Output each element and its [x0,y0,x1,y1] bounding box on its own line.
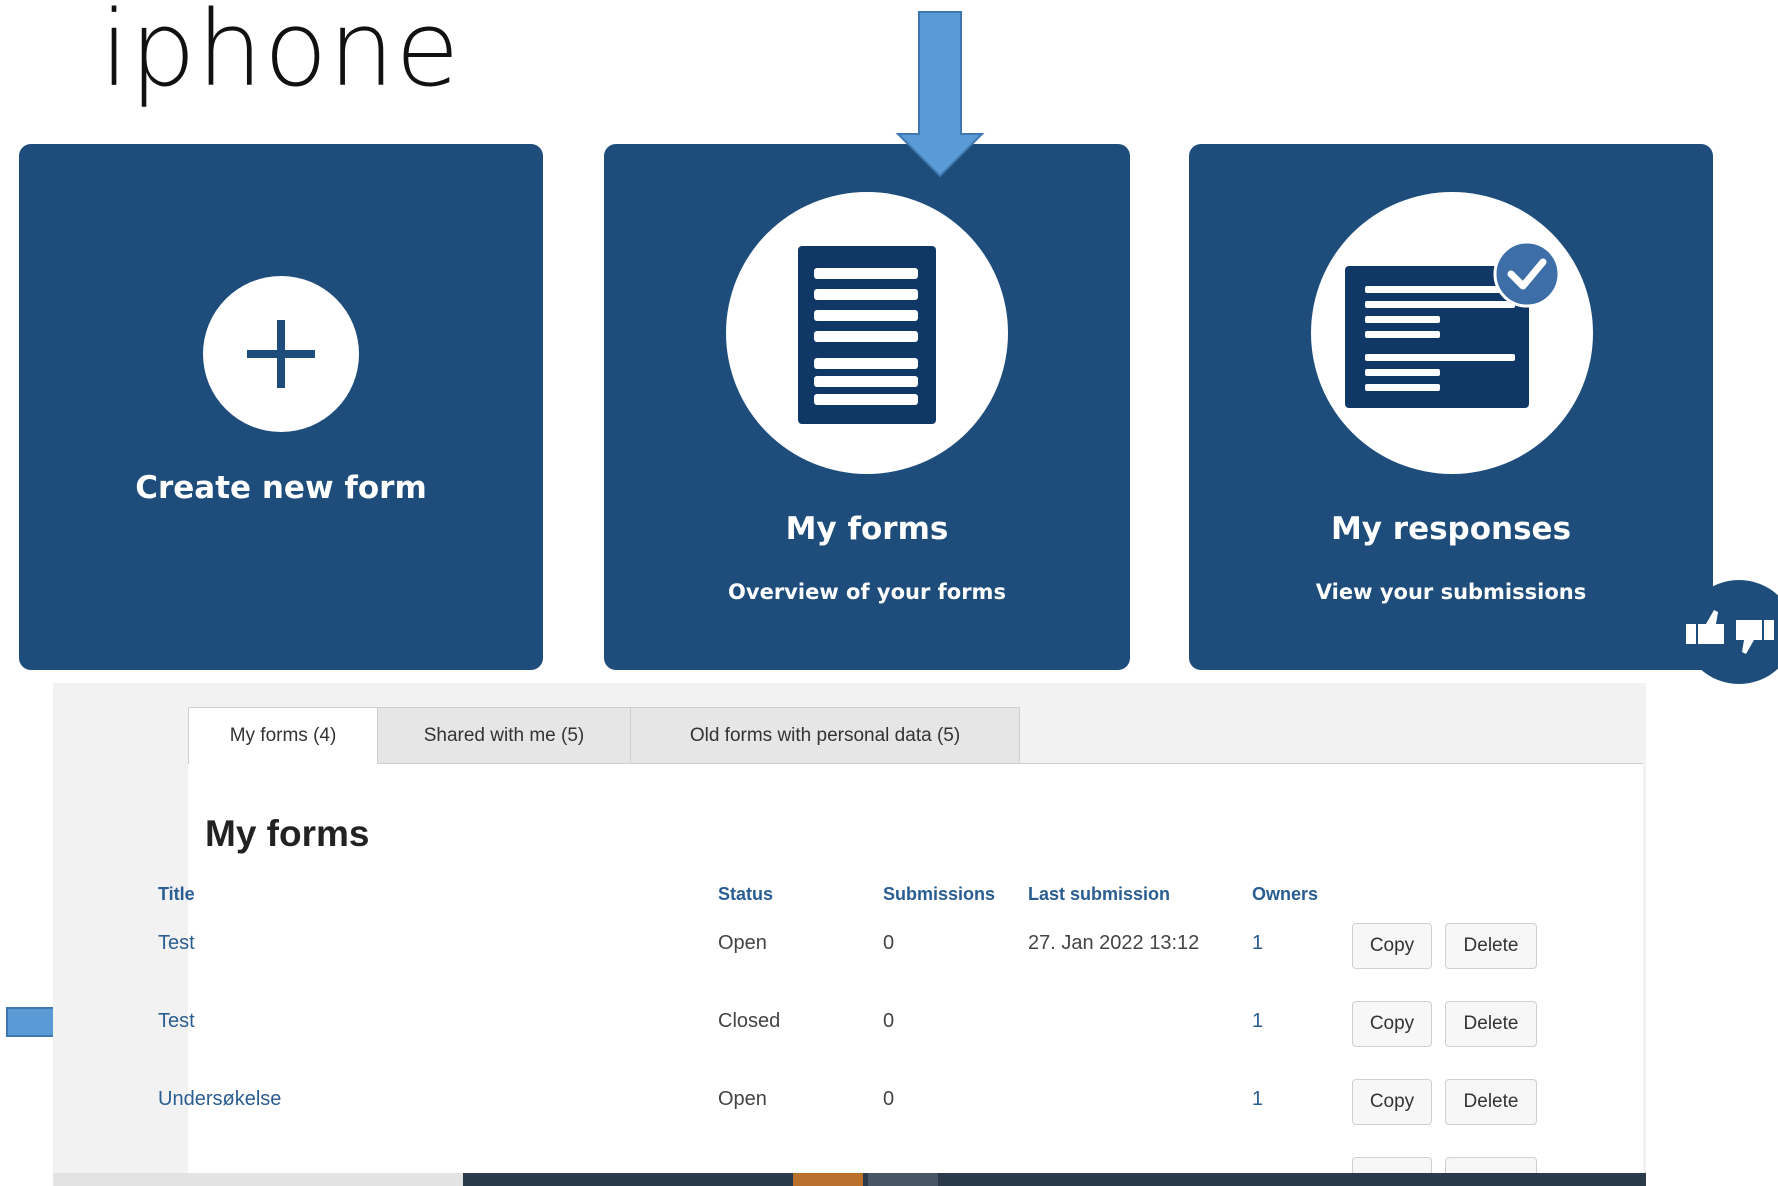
document-circle [726,192,1008,474]
delete-button[interactable]: Delete [1445,1001,1537,1047]
form-status: Closed [718,1010,781,1032]
copy-button[interactable]: Copy [1352,1079,1432,1125]
page-title: My forms [205,813,370,854]
form-submissions: 0 [883,932,895,954]
responses-circle [1311,192,1593,474]
forms-panel: My forms (4) Shared with me (5) Old form… [53,683,1646,1186]
taskbar-dark-area [463,1173,1646,1186]
create-new-form-label: Create new form [135,470,427,506]
tab-divider [378,763,1643,764]
form-status: Open [718,932,767,954]
copy-button[interactable]: Copy [1352,1001,1432,1047]
my-forms-subtitle: Overview of your forms [728,580,1006,604]
my-responses-subtitle: View your submissions [1315,580,1587,604]
tab-my-forms[interactable]: My forms (4) [188,707,378,764]
thumbs-feedback-icon [1686,610,1774,654]
forms-tabs: My forms (4) Shared with me (5) Old form… [188,707,1020,764]
copy-button[interactable]: Copy [1352,923,1432,969]
column-header-owners[interactable]: Owners [1252,884,1318,905]
taskbar-app-highlight[interactable] [793,1173,863,1186]
form-last-submission: 27. Jan 2022 13:12 [1028,932,1200,954]
column-header-last-submission[interactable]: Last submission [1028,884,1170,905]
plus-icon [247,320,315,388]
slide-title: iphone [100,0,461,110]
delete-button[interactable]: Delete [1445,923,1537,969]
delete-button[interactable]: Delete [1445,1079,1537,1125]
tab-old-forms-personal-data[interactable]: Old forms with personal data (5) [630,707,1020,764]
submitted-document-icon [1345,240,1561,408]
form-status: Open [718,1088,767,1110]
taskbar-app[interactable] [868,1173,938,1186]
form-owners[interactable]: 1 [1252,1088,1263,1111]
form-title-link[interactable]: Test [158,1010,195,1033]
column-header-status[interactable]: Status [718,884,773,905]
create-new-form-card[interactable]: Create new form [19,144,543,670]
my-forms-label: My forms [785,511,949,547]
form-owners[interactable]: 1 [1252,932,1263,955]
form-submissions: 0 [883,1088,895,1110]
feedback-button[interactable] [1684,580,1778,684]
column-header-submissions[interactable]: Submissions [883,884,995,905]
column-header-title[interactable]: Title [158,884,195,905]
form-title-link[interactable]: Test [158,932,195,955]
down-arrow-annotation [895,11,985,178]
plus-circle [203,276,359,432]
taskbar [53,1173,1646,1186]
form-owners[interactable]: 1 [1252,1010,1263,1033]
my-responses-label: My responses [1330,511,1572,547]
document-icon [798,246,936,424]
form-submissions: 0 [883,1010,895,1032]
tab-shared-with-me[interactable]: Shared with me (5) [378,707,630,764]
form-title-link[interactable]: Undersøkelse [158,1088,281,1111]
my-forms-card[interactable]: My forms Overview of your forms [604,144,1130,670]
my-responses-card[interactable]: My responses View your submissions [1189,144,1713,670]
